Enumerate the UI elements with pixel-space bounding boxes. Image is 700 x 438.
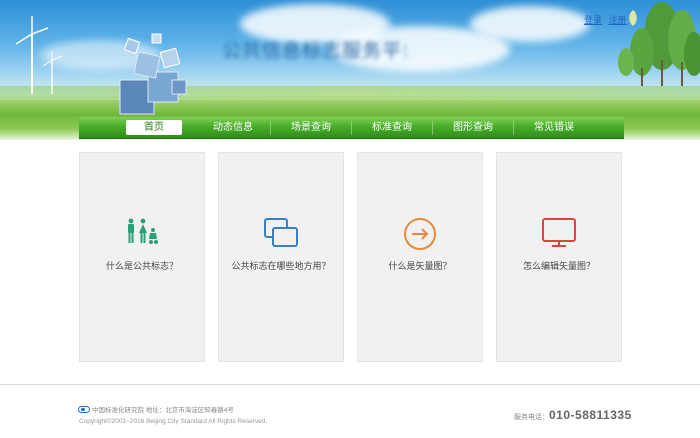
nav-item-common-errors[interactable]: 常见错误 [514, 120, 594, 135]
card-label: 公共标志在哪些地方用？ [231, 261, 331, 271]
card-edit-vector[interactable]: 怎么编辑矢量图？ [496, 152, 622, 362]
org-logo-icon [78, 405, 90, 413]
phone-label: 服务电话： [514, 414, 549, 421]
login-link[interactable]: 登录 [584, 15, 602, 25]
card-label: 怎么编辑矢量图？ [522, 261, 595, 271]
arrow-circle-icon [358, 217, 482, 250]
site-title: 公共信息标志服务平台 [222, 40, 406, 62]
footer-copyright: Copyright©2001~2016 Beijing City Standar… [79, 418, 268, 425]
nav-item-news[interactable]: 动态信息 [196, 120, 270, 135]
nav-item-home[interactable]: 首页 [126, 120, 182, 135]
card-what-is-vector[interactable]: 什么是矢量图？ [357, 152, 483, 362]
overlapping-windows-icon [219, 217, 343, 249]
nav-item-standard-query[interactable]: 标准查询 [352, 120, 432, 135]
card-label: 什么是公共标志？ [105, 261, 178, 271]
nav-item-scene-query[interactable]: 场景查询 [271, 120, 351, 135]
phone-number: 010-58811335 [549, 408, 632, 422]
leaf-icon [629, 10, 637, 26]
footer-org-text: 中国标准化研究院 地址：北京市海淀区知春路4号 [92, 407, 234, 414]
footer-org: 中国标准化研究院 地址：北京市海淀区知春路4号 [78, 404, 234, 414]
windmill-icon [42, 51, 63, 94]
public-sign-people-icon [80, 217, 204, 249]
cubes-logo-icon [119, 33, 187, 115]
card-where-used[interactable]: 公共标志在哪些地方用？ [218, 152, 344, 362]
card-what-is-public-sign[interactable]: 什么是公共标志？ [79, 152, 205, 362]
monitor-icon [497, 217, 621, 249]
card-label: 什么是矢量图？ [388, 261, 452, 271]
main-nav: 首页 动态信息 场景查询 标准查询 图形查询 常见错误 [79, 117, 624, 139]
footer-divider [0, 384, 700, 385]
register-link[interactable]: 注册 [609, 15, 627, 25]
top-links: 登录 注册 [584, 13, 631, 26]
nav-item-graphic-query[interactable]: 图形查询 [433, 120, 513, 135]
